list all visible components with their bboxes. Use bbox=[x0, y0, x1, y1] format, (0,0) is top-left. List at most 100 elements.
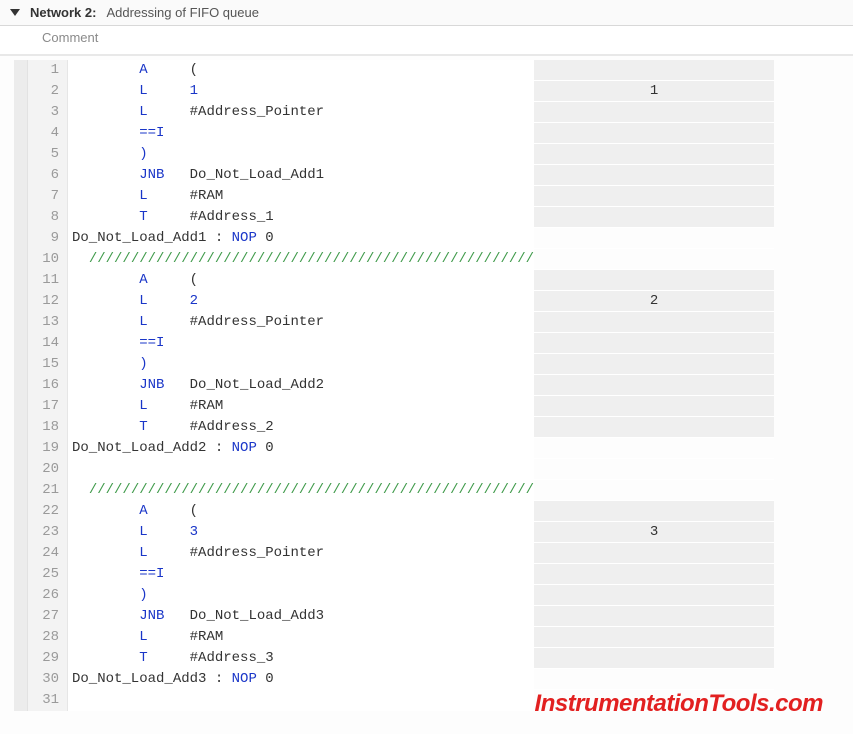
line-number: 1 bbox=[28, 60, 67, 81]
monitor-value bbox=[534, 270, 774, 291]
code-line[interactable] bbox=[68, 690, 534, 711]
monitor-value bbox=[534, 165, 774, 186]
code-line[interactable]: L 2 bbox=[68, 291, 534, 312]
line-number: 28 bbox=[28, 627, 67, 648]
folding-margin bbox=[14, 60, 28, 711]
line-number: 20 bbox=[28, 459, 67, 480]
line-number: 10 bbox=[28, 249, 67, 270]
code-line[interactable]: JNB Do_Not_Load_Add3 bbox=[68, 606, 534, 627]
line-number: 30 bbox=[28, 669, 67, 690]
monitor-value bbox=[534, 312, 774, 333]
code-line[interactable]: ) bbox=[68, 144, 534, 165]
line-number: 29 bbox=[28, 648, 67, 669]
monitor-value bbox=[534, 123, 774, 144]
line-number: 18 bbox=[28, 417, 67, 438]
monitor-value bbox=[534, 669, 774, 690]
monitor-value bbox=[534, 417, 774, 438]
code-line[interactable]: T #Address_2 bbox=[68, 417, 534, 438]
line-number: 26 bbox=[28, 585, 67, 606]
code-line[interactable]: ==I bbox=[68, 333, 534, 354]
code-line[interactable]: L #RAM bbox=[68, 186, 534, 207]
code-line[interactable]: ) bbox=[68, 585, 534, 606]
code-line[interactable]: A ( bbox=[68, 60, 534, 81]
line-number: 19 bbox=[28, 438, 67, 459]
code-line[interactable]: T #Address_3 bbox=[68, 648, 534, 669]
monitor-value bbox=[534, 249, 774, 270]
monitor-value bbox=[534, 228, 774, 249]
monitor-value bbox=[534, 606, 774, 627]
code-line[interactable]: ==I bbox=[68, 123, 534, 144]
line-number: 15 bbox=[28, 354, 67, 375]
monitor-value bbox=[534, 186, 774, 207]
value-column: 123 bbox=[534, 60, 774, 711]
code-line[interactable]: JNB Do_Not_Load_Add1 bbox=[68, 165, 534, 186]
code-line[interactable]: L #RAM bbox=[68, 627, 534, 648]
monitor-value bbox=[534, 480, 774, 501]
monitor-value bbox=[534, 459, 774, 480]
line-number: 3 bbox=[28, 102, 67, 123]
monitor-value bbox=[534, 333, 774, 354]
monitor-value bbox=[534, 354, 774, 375]
line-number: 23 bbox=[28, 522, 67, 543]
line-number: 2 bbox=[28, 81, 67, 102]
line-number: 22 bbox=[28, 501, 67, 522]
code-line[interactable]: L #Address_Pointer bbox=[68, 102, 534, 123]
line-number: 21 bbox=[28, 480, 67, 501]
code-line[interactable]: JNB Do_Not_Load_Add2 bbox=[68, 375, 534, 396]
code-line[interactable]: Do_Not_Load_Add2 : NOP 0 bbox=[68, 438, 534, 459]
code-line[interactable]: L #Address_Pointer bbox=[68, 312, 534, 333]
code-line[interactable]: A ( bbox=[68, 501, 534, 522]
code-editor: 1234567891011121314151617181920212223242… bbox=[0, 56, 853, 711]
line-number: 27 bbox=[28, 606, 67, 627]
code-line[interactable]: L #RAM bbox=[68, 396, 534, 417]
code-line[interactable]: ////////////////////////////////////////… bbox=[68, 480, 534, 501]
code-line[interactable]: L 1 bbox=[68, 81, 534, 102]
code-line[interactable]: ) bbox=[68, 354, 534, 375]
monitor-value bbox=[534, 585, 774, 606]
monitor-value bbox=[534, 375, 774, 396]
monitor-value bbox=[534, 564, 774, 585]
code-line[interactable]: ////////////////////////////////////////… bbox=[68, 249, 534, 270]
monitor-value bbox=[534, 396, 774, 417]
code-line[interactable]: L 3 bbox=[68, 522, 534, 543]
monitor-value: 1 bbox=[534, 81, 774, 102]
line-number: 12 bbox=[28, 291, 67, 312]
code-line[interactable]: L #Address_Pointer bbox=[68, 543, 534, 564]
monitor-value bbox=[534, 102, 774, 123]
code-line[interactable]: ==I bbox=[68, 564, 534, 585]
code-line[interactable]: Do_Not_Load_Add3 : NOP 0 bbox=[68, 669, 534, 690]
line-number: 14 bbox=[28, 333, 67, 354]
network-number-label: Network 2: bbox=[30, 5, 96, 20]
monitor-value bbox=[534, 144, 774, 165]
line-number: 4 bbox=[28, 123, 67, 144]
network-comment-field[interactable]: Comment bbox=[0, 26, 853, 56]
monitor-value bbox=[534, 648, 774, 669]
monitor-value bbox=[534, 627, 774, 648]
line-number: 13 bbox=[28, 312, 67, 333]
code-line[interactable] bbox=[68, 459, 534, 480]
monitor-value bbox=[534, 438, 774, 459]
line-number-gutter: 1234567891011121314151617181920212223242… bbox=[28, 60, 68, 711]
monitor-value bbox=[534, 501, 774, 522]
monitor-value bbox=[534, 60, 774, 81]
monitor-value bbox=[534, 207, 774, 228]
monitor-value: 2 bbox=[534, 291, 774, 312]
line-number: 24 bbox=[28, 543, 67, 564]
line-number: 8 bbox=[28, 207, 67, 228]
code-line[interactable]: A ( bbox=[68, 270, 534, 291]
network-title[interactable]: Addressing of FIFO queue bbox=[106, 5, 258, 20]
network-header: Network 2: Addressing of FIFO queue bbox=[0, 0, 853, 26]
line-number: 16 bbox=[28, 375, 67, 396]
line-number: 25 bbox=[28, 564, 67, 585]
monitor-value bbox=[534, 543, 774, 564]
code-line[interactable]: Do_Not_Load_Add1 : NOP 0 bbox=[68, 228, 534, 249]
line-number: 7 bbox=[28, 186, 67, 207]
code-line[interactable]: T #Address_1 bbox=[68, 207, 534, 228]
line-number: 6 bbox=[28, 165, 67, 186]
line-number: 31 bbox=[28, 690, 67, 711]
line-number: 9 bbox=[28, 228, 67, 249]
watermark-text: InstrumentationTools.com bbox=[535, 690, 823, 718]
code-column[interactable]: A ( L 1 L #Address_Pointer ==I ) JNB Do_… bbox=[68, 60, 534, 711]
line-number: 17 bbox=[28, 396, 67, 417]
collapse-caret-icon[interactable] bbox=[10, 9, 20, 16]
